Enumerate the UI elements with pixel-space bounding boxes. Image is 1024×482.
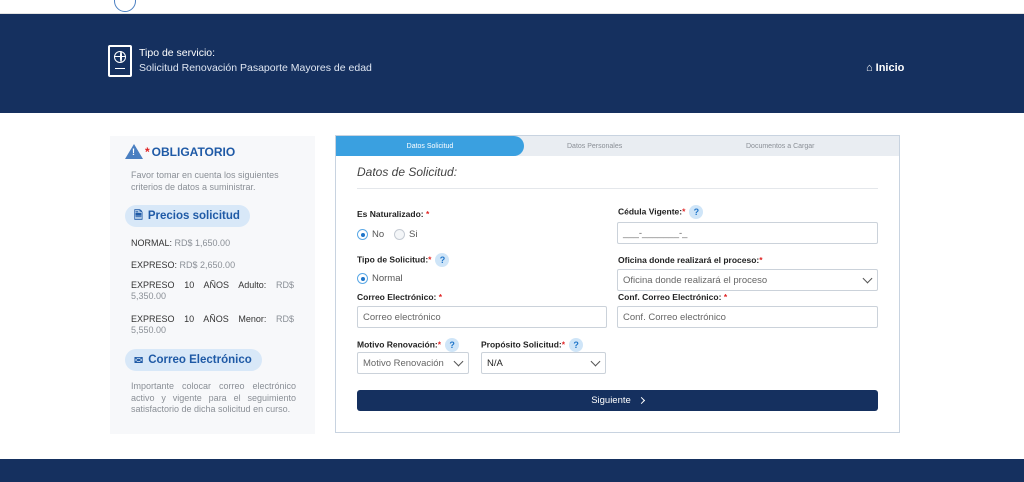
tab-datos-personales[interactable]: Datos Personales (567, 136, 622, 156)
service-header: Tipo de servicio: Solicitud Renovación P… (0, 14, 1024, 113)
passport-icon (108, 45, 132, 77)
logo-icon (114, 0, 136, 12)
radio-icon (394, 229, 405, 240)
price-item: EXPRESO 10 AÑOS Adulto: RD$ 5,350.00 (131, 280, 294, 301)
naturalized-no-radio[interactable]: No (357, 229, 384, 240)
email-badge: ✉ Correo Electrónico (125, 349, 262, 371)
confirm-email-input[interactable]: Conf. Correo electrónico (617, 306, 878, 328)
required-title: OBLIGATORIO (151, 144, 236, 159)
chevron-down-icon (590, 356, 601, 367)
office-select[interactable]: Oficina donde realizará el proceso (617, 269, 878, 291)
cedula-input[interactable]: ___-_______-_ (617, 222, 878, 244)
chevron-right-icon (637, 396, 645, 405)
email-label: Correo Electrónico: * (357, 292, 443, 302)
document-icon: 🗎 (134, 209, 143, 222)
help-icon[interactable]: ? (435, 253, 450, 267)
top-bar (0, 0, 1024, 14)
next-button[interactable]: Siguiente (357, 390, 878, 411)
step-tabs: Datos Solicitud Datos Personales Documen… (336, 136, 899, 156)
radio-selected-icon (357, 229, 368, 240)
home-link-label: Inicio (875, 62, 905, 74)
service-type-value: Solicitud Renovación Pasaporte Mayores d… (139, 62, 372, 74)
naturalized-label: Es Naturalizado: * (357, 209, 430, 219)
naturalized-si-radio[interactable]: Si (394, 229, 417, 240)
required-note: Favor tomar en cuenta los siguientes cri… (131, 170, 279, 192)
renewal-reason-select[interactable]: Motivo Renovación (357, 352, 469, 374)
help-icon[interactable]: ? (689, 205, 704, 219)
prices-badge: 🗎 Precios solicitud (125, 205, 250, 227)
purpose-select[interactable]: N/A (481, 352, 606, 374)
request-type-normal-radio[interactable]: Normal (357, 273, 403, 284)
warning-icon (125, 144, 143, 159)
chevron-down-icon (453, 356, 464, 367)
help-icon[interactable]: ? (445, 338, 460, 352)
info-panel: * OBLIGATORIO Favor tomar en cuenta los … (110, 136, 315, 434)
price-item: EXPRESO 10 AÑOS Menor: RD$ 5,550.00 (131, 314, 294, 335)
request-type-label: Tipo de Solicitud:*? (357, 253, 450, 267)
form-title: Datos de Solicitud: (357, 165, 458, 179)
required-heading: * OBLIGATORIO (125, 144, 235, 159)
email-note: Importante colocar correo electrónico ac… (131, 381, 296, 414)
help-icon[interactable]: ? (569, 338, 584, 352)
purpose-label: Propósito Solicitud:*? (481, 338, 584, 352)
cedula-label: Cédula Vigente:*? (618, 205, 704, 219)
divider (357, 188, 878, 189)
envelope-icon: ✉ (134, 354, 144, 367)
required-star: * (145, 144, 150, 159)
prices-title: Precios solicitud (147, 210, 240, 222)
service-type-label: Tipo de servicio: (139, 47, 216, 59)
email-title: Correo Electrónico (148, 354, 252, 366)
tab-datos-solicitud[interactable]: Datos Solicitud (336, 136, 524, 156)
radio-selected-icon (357, 273, 368, 284)
confirm-email-label: Conf. Correo Electrónico: * (618, 292, 728, 302)
price-item: NORMAL: RD$ 1,650.00 (131, 238, 231, 248)
email-input[interactable]: Correo electrónico (357, 306, 607, 328)
request-form: Datos Solicitud Datos Personales Documen… (335, 135, 900, 433)
tab-documentos[interactable]: Documentos a Cargar (746, 136, 814, 156)
office-label: Oficina donde realizará el proceso:* (618, 255, 763, 265)
price-item: EXPRESO: RD$ 2,650.00 (131, 260, 236, 270)
home-link[interactable]: ⌂ Inicio (866, 62, 904, 74)
footer (0, 459, 1024, 482)
renewal-reason-label: Motivo Renovación:*? (357, 338, 460, 352)
home-icon: ⌂ (866, 62, 873, 74)
chevron-down-icon (862, 273, 873, 284)
